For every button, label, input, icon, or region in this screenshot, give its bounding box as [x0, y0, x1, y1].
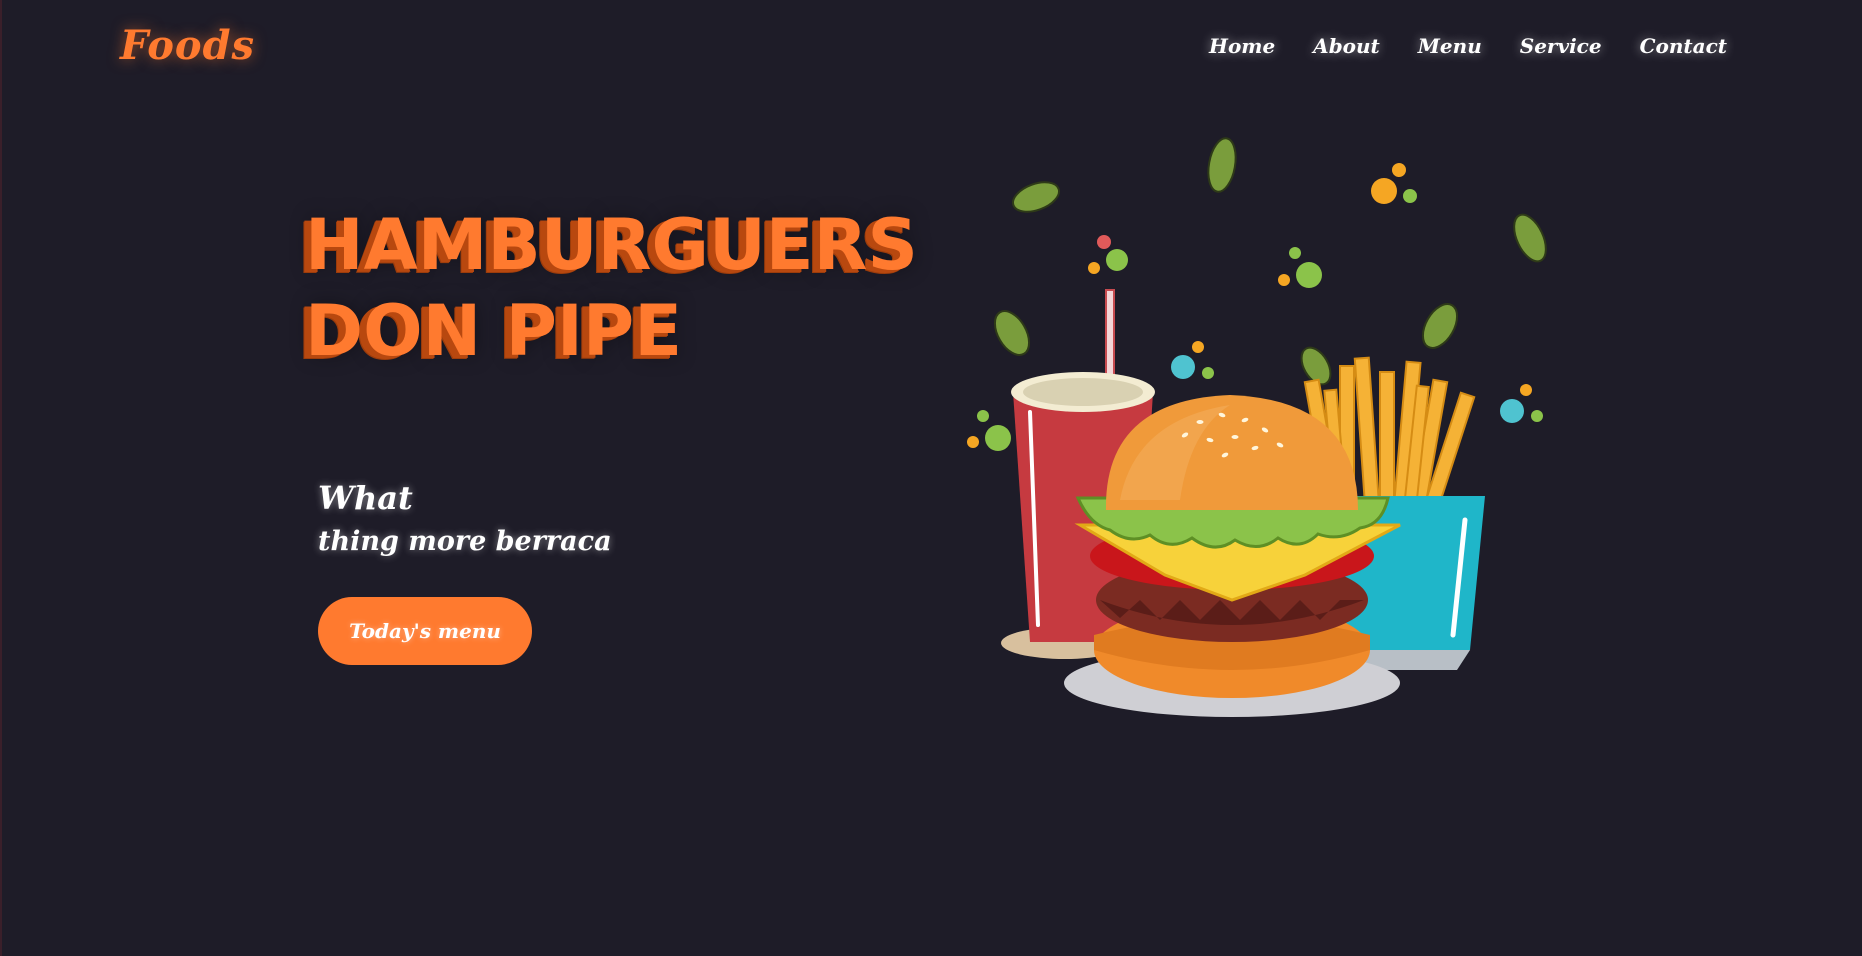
nav-contact-link[interactable]: Contact [1640, 34, 1727, 58]
fast-food-illustration [967, 137, 1547, 717]
page-left-border [0, 0, 2, 956]
nav-links: Home About Menu Service Contact [1209, 34, 1727, 58]
hero-title: HAMBURGUERS DON PIPE [305, 202, 918, 374]
nav-about-link[interactable]: About [1313, 34, 1380, 58]
navbar: Foods Home About Menu Service Contact [0, 0, 1862, 100]
hero-subtitle-line-2: thing more berraca [318, 526, 612, 557]
todays-menu-button[interactable]: Today's menu [318, 597, 532, 665]
hero-subtitle-line-1: What [318, 479, 413, 517]
hero-title-line-2: DON PIPE [305, 290, 683, 372]
hero-subtitle: What thing more berraca [318, 476, 612, 564]
logo[interactable]: Foods [120, 22, 255, 69]
hero-title-line-1: HAMBURGUERS [305, 204, 918, 286]
nav-service-link[interactable]: Service [1520, 34, 1602, 58]
nav-home-link[interactable]: Home [1209, 34, 1275, 58]
nav-menu-link[interactable]: Menu [1418, 34, 1482, 58]
